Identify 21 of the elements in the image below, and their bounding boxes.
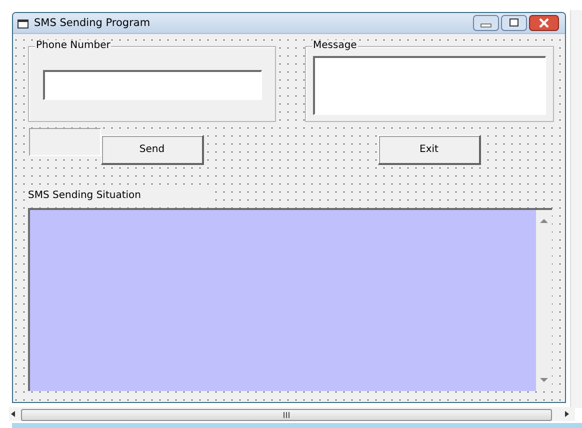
frame-label: Message [312, 40, 358, 51]
window-title: SMS Sending Program [34, 17, 152, 29]
status-indicator [29, 128, 101, 156]
designer-horizontal-scrollbar[interactable] [9, 407, 575, 421]
message-field[interactable] [313, 56, 546, 115]
grip-icon [283, 412, 290, 418]
scroll-left-icon[interactable] [11, 411, 15, 417]
status-label: SMS Sending Situation [28, 190, 141, 201]
minimize-button[interactable] [473, 15, 499, 31]
designer-vertical-scrollbar[interactable] [570, 10, 582, 408]
maximize-button[interactable] [501, 15, 527, 31]
send-button[interactable]: Send [101, 135, 204, 165]
form-icon [17, 18, 29, 28]
scroll-thumb[interactable] [21, 409, 552, 421]
frame-label: Phone Number [35, 40, 112, 51]
exit-button[interactable]: Exit [378, 135, 481, 165]
scroll-right-icon[interactable] [565, 411, 569, 417]
scroll-up-icon[interactable] [540, 218, 548, 223]
scroll-down-icon[interactable] [540, 378, 548, 383]
phone-number-field[interactable] [43, 70, 262, 100]
close-button[interactable] [529, 15, 559, 31]
